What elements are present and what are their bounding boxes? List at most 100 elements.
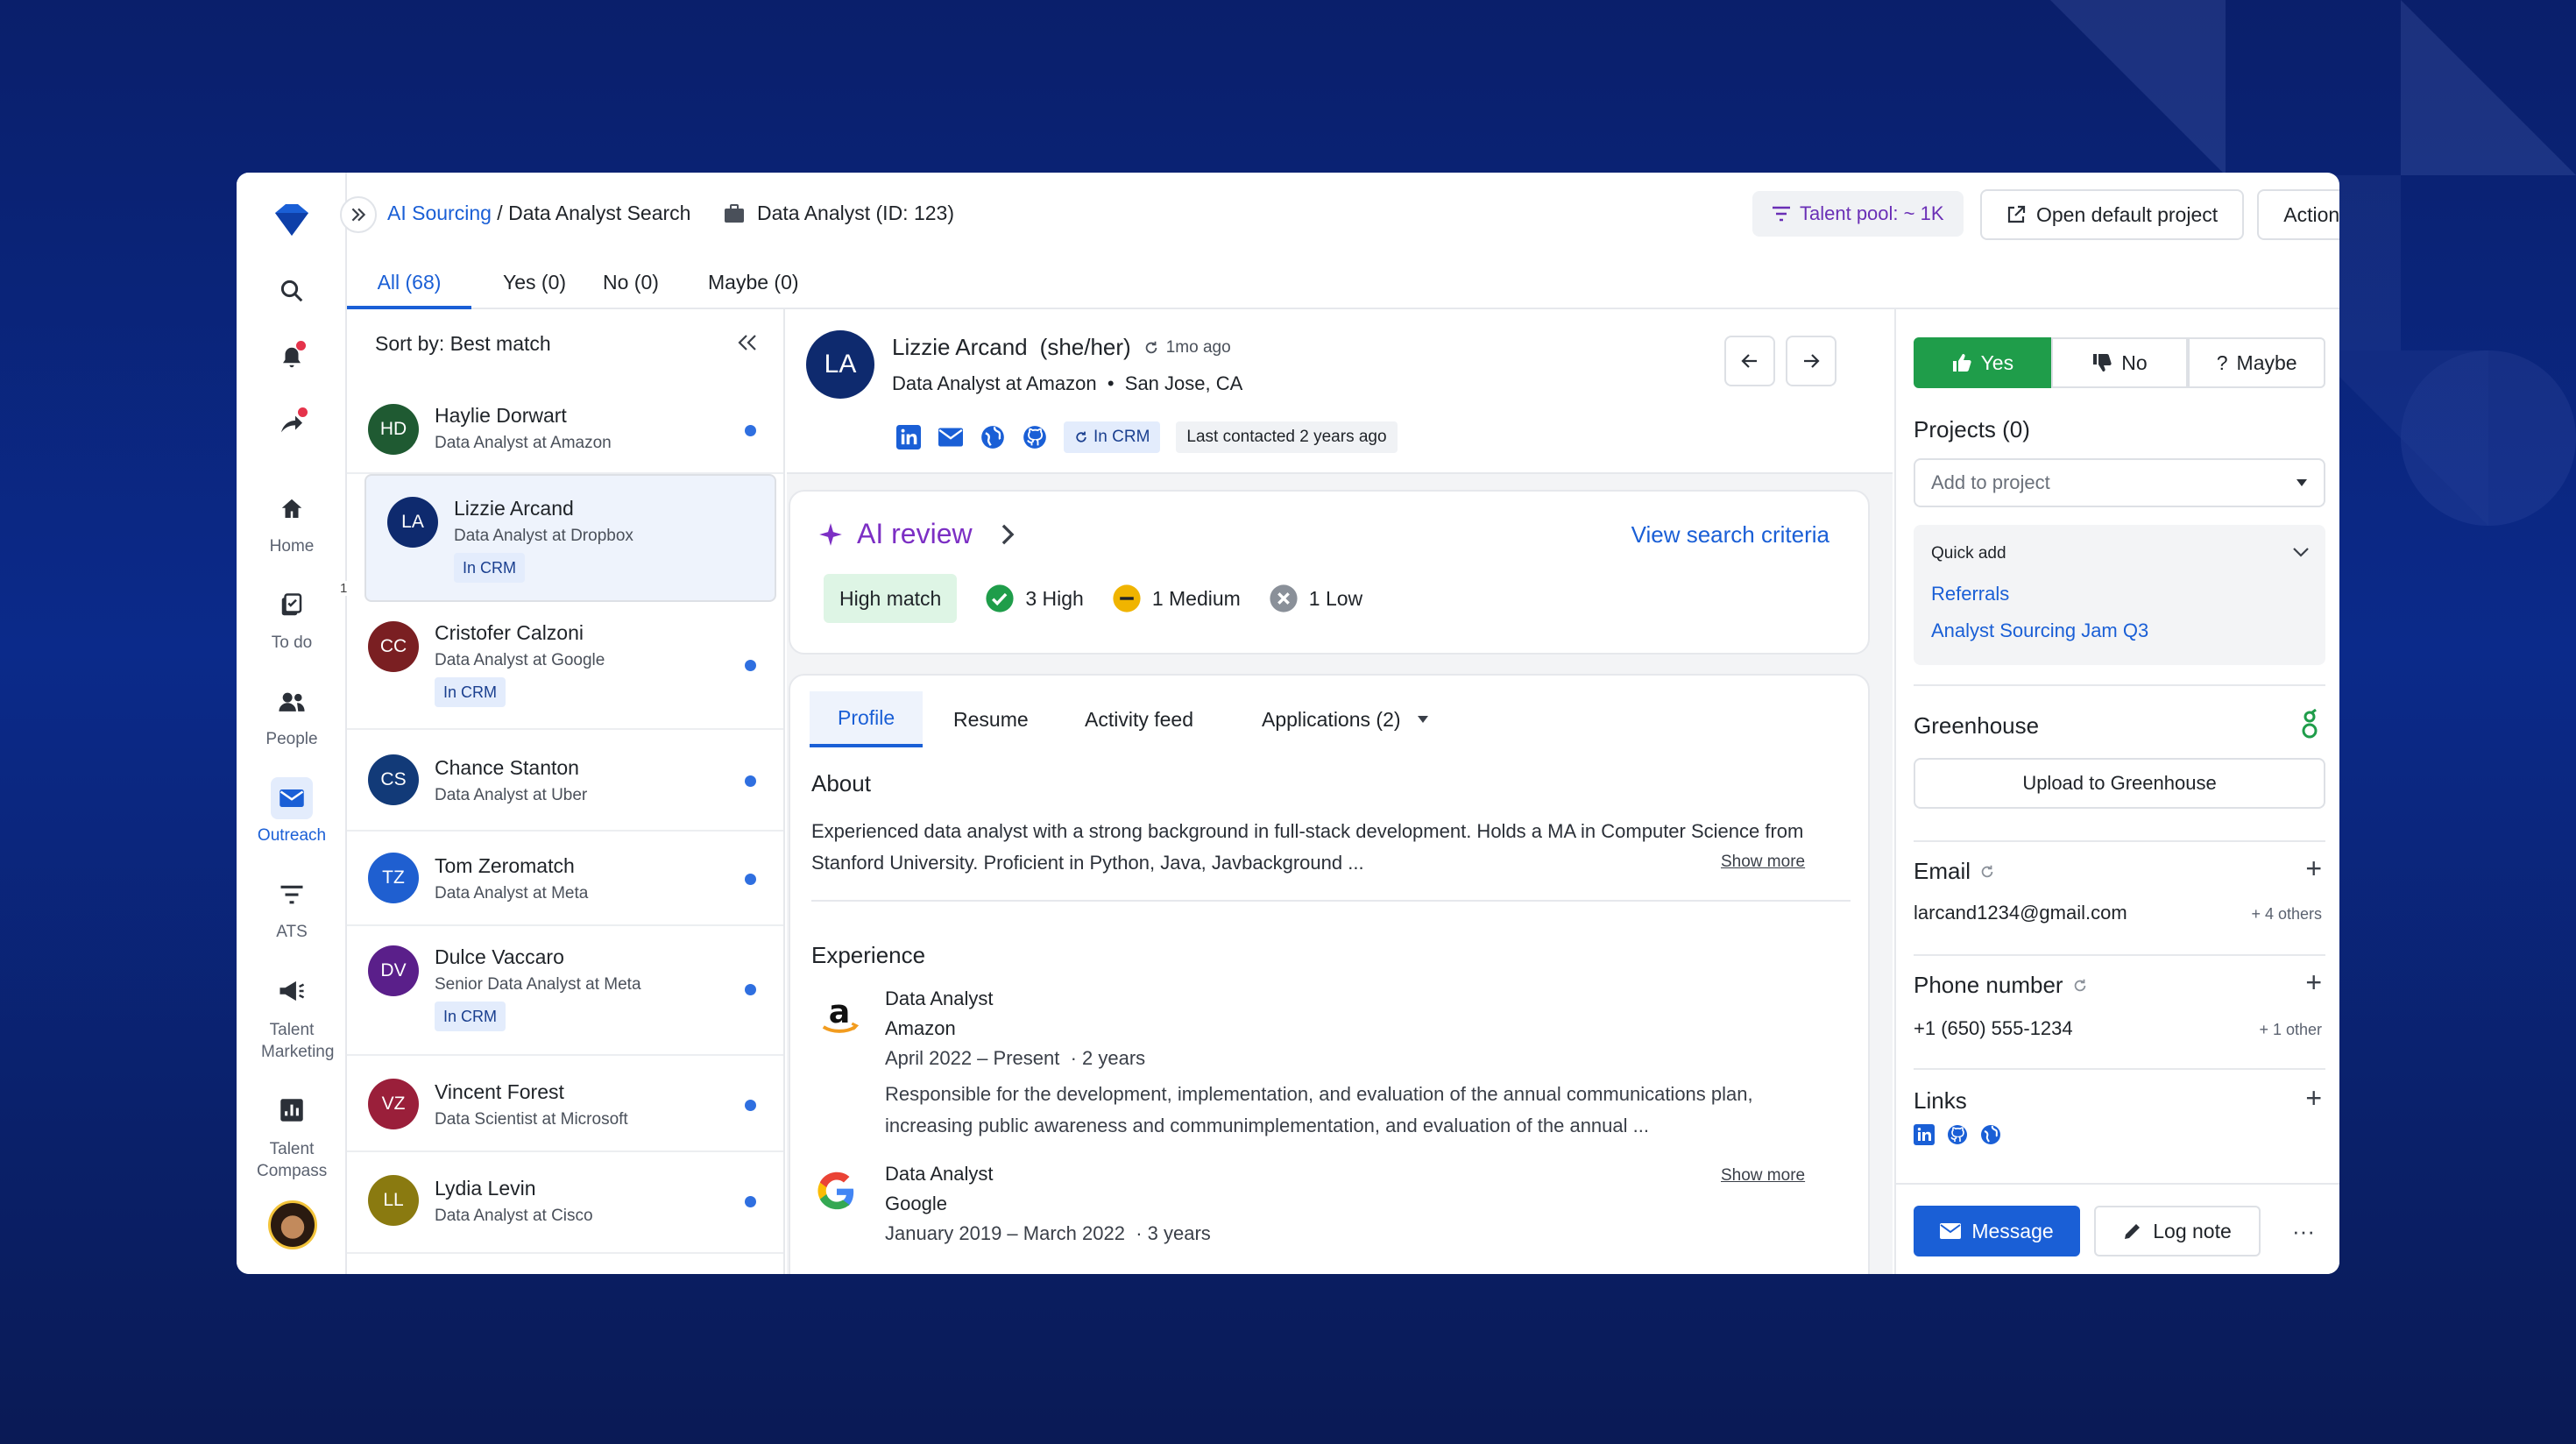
breadcrumb-ai-sourcing[interactable]: AI Sourcing xyxy=(387,202,492,224)
tab-activity-feed[interactable]: Activity feed xyxy=(1085,691,1193,747)
amazon-logo-icon: a xyxy=(815,991,864,1040)
breadcrumb-current: Data Analyst Search xyxy=(508,202,691,224)
email-value[interactable]: larcand1234@gmail.com xyxy=(1914,902,2127,924)
avatar: LA xyxy=(387,497,438,548)
unread-dot xyxy=(745,1100,756,1111)
linkedin-icon[interactable] xyxy=(895,424,922,450)
email-heading-text: Email xyxy=(1914,858,1971,884)
search-icon[interactable] xyxy=(270,269,314,313)
in-crm-badge: In CRM xyxy=(435,1002,506,1031)
quick-add-analyst-jam-link[interactable]: Analyst Sourcing Jam Q3 xyxy=(1931,619,2148,642)
unread-dot xyxy=(745,984,756,995)
nav-label-ats: ATS xyxy=(276,923,308,941)
candidate-item[interactable]: DV Dulce Vaccaro Senior Data Analyst at … xyxy=(347,926,783,1056)
github-icon[interactable] xyxy=(1022,424,1048,450)
collapse-list-icon[interactable] xyxy=(736,332,759,353)
log-note-button[interactable]: Log note xyxy=(2094,1206,2261,1256)
share-arrow-icon[interactable] xyxy=(270,402,314,446)
email-others[interactable]: + 4 others xyxy=(2251,905,2322,924)
bell-icon[interactable] xyxy=(270,336,314,379)
about-text: Experienced data analyst with a strong b… xyxy=(811,820,1804,874)
message-button[interactable]: Message xyxy=(1914,1206,2080,1256)
nav-home[interactable]: Home xyxy=(237,488,347,556)
app-logo-icon[interactable] xyxy=(270,201,314,239)
nav-talent-marketing[interactable]: Talent Marketing xyxy=(237,970,347,1063)
refresh-icon xyxy=(1981,865,1993,877)
nav-people[interactable]: People xyxy=(237,681,347,749)
caret-down-icon xyxy=(2296,479,2307,486)
tab-maybe[interactable]: Maybe (0) xyxy=(708,271,799,309)
sort-dropdown[interactable]: Sort by: Best match xyxy=(375,332,551,356)
globe-icon[interactable] xyxy=(1980,1124,2001,1145)
no-button[interactable]: No xyxy=(2050,337,2189,388)
linkedin-icon[interactable] xyxy=(1914,1124,1935,1145)
mail-icon xyxy=(271,777,313,819)
candidate-item[interactable]: CS Chance Stanton Data Analyst at Uber xyxy=(347,730,783,832)
in-crm-badge: In CRM xyxy=(454,553,526,583)
add-email-button[interactable]: + xyxy=(2305,854,2322,882)
last-contacted-tag: Last contacted 2 years ago xyxy=(1176,421,1398,453)
phone-others[interactable]: + 1 other xyxy=(2259,1021,2322,1039)
more-options-icon[interactable]: ··· xyxy=(2282,1206,2325,1256)
nav-todo[interactable]: 14 To do xyxy=(237,581,357,653)
chevron-down-icon[interactable] xyxy=(2292,546,2310,558)
expand-sidebar-button[interactable] xyxy=(340,196,377,233)
quick-add-referrals-link[interactable]: Referrals xyxy=(1931,583,2009,605)
nav-ats[interactable]: ATS xyxy=(237,874,347,942)
sort-row: Sort by: Best match xyxy=(347,309,783,385)
external-link-icon xyxy=(2007,205,2026,223)
maybe-button[interactable]: ? Maybe xyxy=(2188,337,2326,388)
tab-no[interactable]: No (0) xyxy=(603,271,659,309)
yes-button[interactable]: Yes xyxy=(1914,337,2051,388)
experience-show-more-link[interactable]: Show more xyxy=(1721,1166,1805,1186)
briefcase-icon xyxy=(725,203,744,223)
add-link-button[interactable]: + xyxy=(2305,1084,2322,1112)
globe-icon[interactable] xyxy=(980,424,1006,450)
add-phone-button[interactable]: + xyxy=(2305,968,2322,996)
high-count: 3 High xyxy=(985,584,1084,613)
avatar: CC xyxy=(368,621,419,672)
actions-dropdown[interactable]: Actions xyxy=(2257,189,2339,240)
talent-pool-pill[interactable]: Talent pool: ~ 1K xyxy=(1752,191,1964,237)
tab-yes[interactable]: Yes (0) xyxy=(503,271,566,309)
about-show-more-link[interactable]: Show more xyxy=(1721,853,1805,872)
user-avatar[interactable] xyxy=(268,1200,317,1249)
view-search-criteria-link[interactable]: View search criteria xyxy=(1631,521,1829,549)
links-heading: Links xyxy=(1914,1087,1967,1114)
experience-duration: · 2 years xyxy=(1070,1047,1146,1069)
avatar: VZ xyxy=(368,1079,419,1129)
candidate-name: Vincent Forest xyxy=(435,1080,564,1103)
previous-candidate-button[interactable] xyxy=(1724,336,1775,386)
nav-outreach[interactable]: Outreach xyxy=(237,777,347,846)
minus-circle-icon xyxy=(1113,584,1141,612)
refresh-icon xyxy=(1145,341,1157,353)
candidate-item[interactable]: TZ Tom Zeromatch Data Analyst at Meta xyxy=(347,832,783,926)
sparkle-icon xyxy=(819,522,842,546)
tab-applications[interactable]: Applications (2) xyxy=(1262,691,1429,747)
candidate-item-selected[interactable]: LA Lizzie Arcand Data Analyst at Dropbox… xyxy=(364,474,776,602)
email-icon[interactable] xyxy=(938,424,964,450)
candidate-name: Chance Stanton xyxy=(435,756,579,779)
candidate-item[interactable]: HD Haylie Dorwart Data Analyst at Amazon xyxy=(347,385,783,474)
github-icon[interactable] xyxy=(1947,1124,1968,1145)
candidate-name: Lydia Levin xyxy=(435,1177,536,1200)
next-candidate-button[interactable] xyxy=(1786,336,1836,386)
ai-review-heading[interactable]: AI review xyxy=(818,518,1016,550)
about-heading: About xyxy=(811,770,871,796)
in-crm-tag[interactable]: In CRM xyxy=(1064,421,1161,453)
tab-applications-label: Applications (2) xyxy=(1262,707,1401,731)
add-to-project-select[interactable]: Add to project xyxy=(1914,458,2325,507)
phone-value[interactable]: +1 (650) 555-1234 xyxy=(1914,1017,2073,1040)
breadcrumb-separator: / xyxy=(497,202,503,224)
thumbs-down-icon xyxy=(2093,354,2112,372)
tab-all[interactable]: All (68) xyxy=(347,271,471,309)
tab-resume[interactable]: Resume xyxy=(953,691,1029,747)
open-default-project-button[interactable]: Open default project xyxy=(1980,189,2245,240)
tab-profile[interactable]: Profile xyxy=(810,691,924,747)
candidate-item[interactable]: VZ Vincent Forest Data Scientist at Micr… xyxy=(347,1056,783,1152)
candidate-item[interactable]: CC Cristofer Calzoni Data Analyst at Goo… xyxy=(347,602,783,730)
nav-talent-compass[interactable]: Talent Compass xyxy=(237,1089,347,1182)
candidate-item[interactable]: LL Lydia Levin Data Analyst at Cisco xyxy=(347,1152,783,1254)
nav-label-todo: To do xyxy=(271,634,313,652)
upload-to-greenhouse-button[interactable]: Upload to Greenhouse xyxy=(1914,758,2325,809)
